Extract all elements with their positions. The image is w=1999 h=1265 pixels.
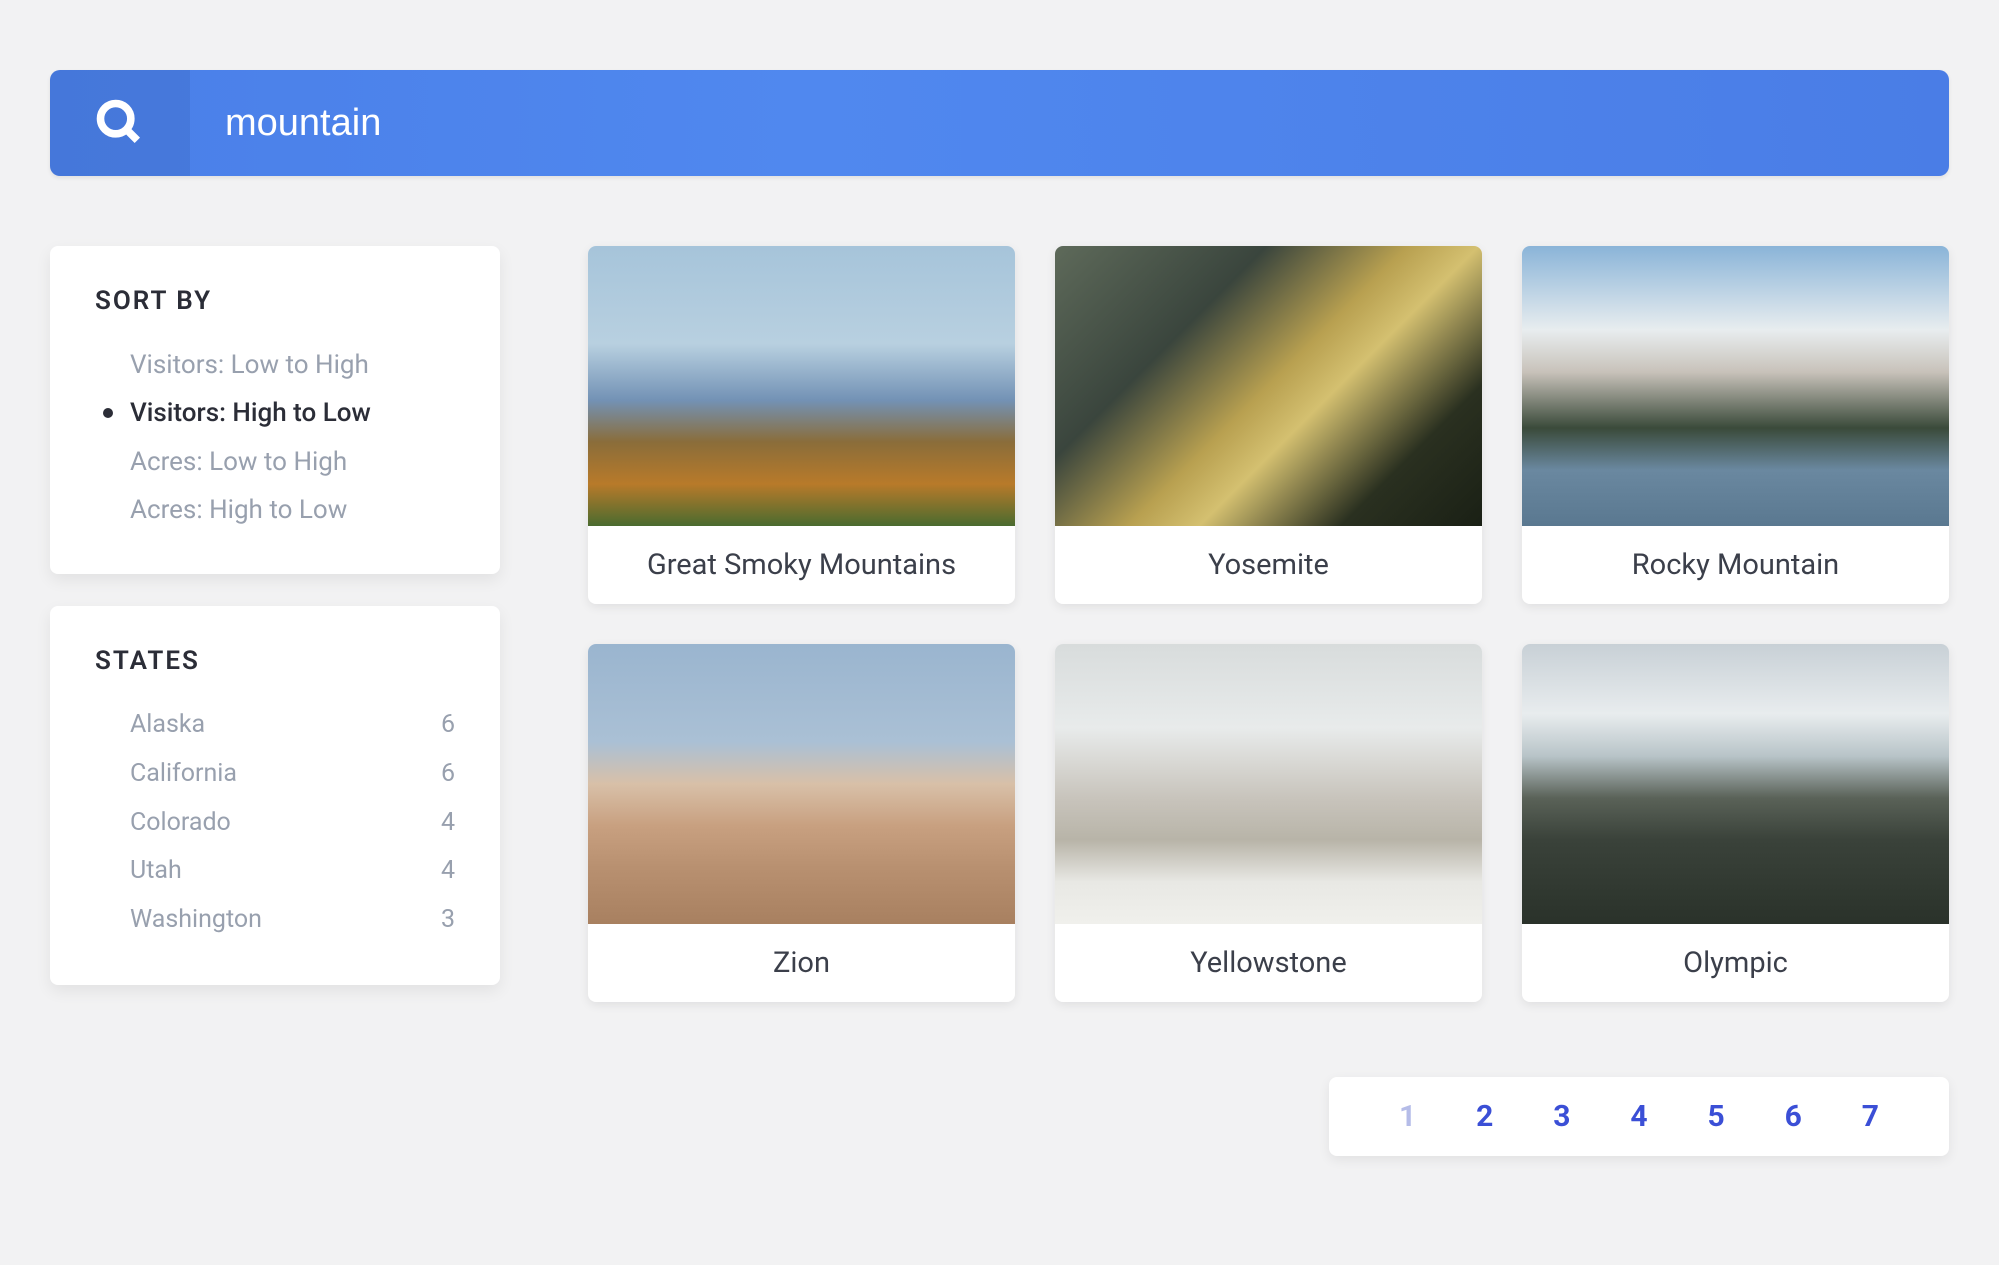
state-name: California <box>130 755 237 794</box>
state-name: Colorado <box>130 804 231 843</box>
search-icon <box>94 97 146 149</box>
state-name: Washington <box>130 901 262 940</box>
result-card-yellowstone[interactable]: Yellowstone <box>1055 644 1482 1002</box>
state-count: 4 <box>441 804 455 843</box>
search-icon-container[interactable] <box>50 70 190 176</box>
card-image <box>1522 246 1949 526</box>
card-title: Rocky Mountain <box>1522 526 1949 604</box>
card-image <box>1055 644 1482 924</box>
card-image <box>588 246 1015 526</box>
search-bar <box>50 70 1949 176</box>
state-name: Alaska <box>130 706 205 745</box>
page-1: 1 <box>1389 1099 1426 1134</box>
state-item-utah[interactable]: Utah 4 <box>95 847 455 896</box>
state-item-colorado[interactable]: Colorado 4 <box>95 799 455 848</box>
card-title: Zion <box>588 924 1015 1002</box>
state-item-alaska[interactable]: Alaska 6 <box>95 701 455 750</box>
result-card-yosemite[interactable]: Yosemite <box>1055 246 1482 604</box>
sort-option-acres-high-low[interactable]: Acres: High to Low <box>95 486 455 534</box>
states-panel: STATES Alaska 6 California 6 Colorado 4 <box>50 606 500 985</box>
card-title: Yellowstone <box>1055 924 1482 1002</box>
state-item-california[interactable]: California 6 <box>95 750 455 799</box>
page-6[interactable]: 6 <box>1775 1099 1812 1134</box>
results-grid: Great Smoky Mountains Yosemite Rocky Mou… <box>588 246 1949 1002</box>
sort-option-visitors-low-high[interactable]: Visitors: Low to High <box>95 341 455 389</box>
result-card-great-smoky-mountains[interactable]: Great Smoky Mountains <box>588 246 1015 604</box>
states-title: STATES <box>95 646 455 676</box>
state-name: Utah <box>130 852 182 891</box>
state-item-washington[interactable]: Washington 3 <box>95 896 455 945</box>
state-count: 3 <box>441 901 455 940</box>
page-3[interactable]: 3 <box>1543 1099 1580 1134</box>
page-2[interactable]: 2 <box>1466 1099 1503 1134</box>
card-title: Yosemite <box>1055 526 1482 604</box>
sort-panel: SORT BY Visitors: Low to High Visitors: … <box>50 246 500 574</box>
sidebar: SORT BY Visitors: Low to High Visitors: … <box>50 246 500 1156</box>
results-area: Great Smoky Mountains Yosemite Rocky Mou… <box>588 246 1949 1156</box>
result-card-zion[interactable]: Zion <box>588 644 1015 1002</box>
search-input[interactable] <box>190 70 1949 176</box>
card-image <box>1055 246 1482 526</box>
state-list: Alaska 6 California 6 Colorado 4 Utah 4 <box>95 701 455 945</box>
page-7[interactable]: 7 <box>1852 1099 1889 1134</box>
card-image <box>1522 644 1949 924</box>
page-5[interactable]: 5 <box>1698 1099 1735 1134</box>
state-count: 6 <box>441 755 455 794</box>
result-card-olympic[interactable]: Olympic <box>1522 644 1949 1002</box>
state-count: 4 <box>441 852 455 891</box>
card-title: Olympic <box>1522 924 1949 1002</box>
page-4[interactable]: 4 <box>1620 1099 1657 1134</box>
state-count: 6 <box>441 706 455 745</box>
card-image <box>588 644 1015 924</box>
pagination: 1 2 3 4 5 6 7 <box>1329 1077 1949 1156</box>
sort-option-visitors-high-low[interactable]: Visitors: High to Low <box>95 389 455 437</box>
sort-title: SORT BY <box>95 286 455 316</box>
result-card-rocky-mountain[interactable]: Rocky Mountain <box>1522 246 1949 604</box>
card-title: Great Smoky Mountains <box>588 526 1015 604</box>
sort-list: Visitors: Low to High Visitors: High to … <box>95 341 455 534</box>
sort-option-acres-low-high[interactable]: Acres: Low to High <box>95 438 455 486</box>
